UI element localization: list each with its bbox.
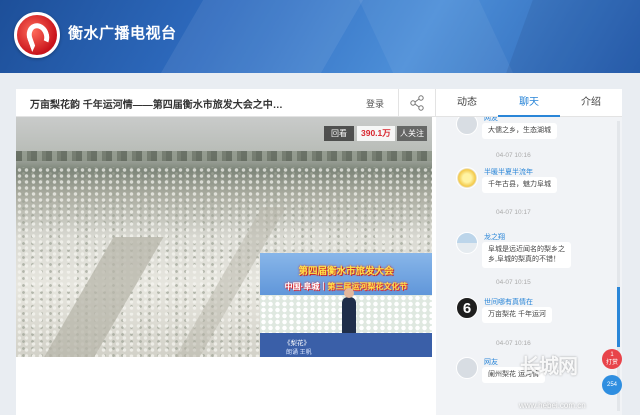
reward-label: 打赏: [605, 360, 618, 366]
number-six-avatar-icon: 6: [456, 297, 478, 319]
header-decoration: [354, 0, 526, 73]
share-icon: [410, 95, 424, 111]
watermark-brand: 长城网: [520, 356, 578, 378]
chat-time: 04-07 10:16: [496, 152, 531, 159]
viewer-count: 390.1万: [357, 126, 395, 141]
tab-chat[interactable]: 聊天: [498, 89, 560, 117]
inset-banner-prefix: 中国·阜城: [284, 282, 320, 291]
reward-button[interactable]: 1 打赏: [602, 349, 622, 369]
tab-intro[interactable]: 介绍: [560, 89, 622, 117]
chat-time: 04-07 10:16: [496, 340, 531, 347]
chat-nick[interactable]: 世间哪有真情在: [484, 297, 533, 307]
chat-bubble: 万亩梨花 千年运河: [482, 307, 552, 323]
hengshui-tv-logo-icon[interactable]: [14, 12, 60, 58]
chat-bubble: 阜城是远近闻名的梨乡之 乡,阜城的梨真的不错！: [482, 242, 571, 268]
header-decoration: [496, 0, 640, 73]
inset-banner-title: 第四届衡水市旅发大会: [298, 266, 394, 277]
default-avatar-icon: [456, 117, 478, 135]
replay-badge[interactable]: 回看: [324, 126, 354, 141]
tab-dynamic[interactable]: 动态: [436, 89, 498, 117]
title-bar: 万亩梨花韵 千年运河情——第四届衡水市旅发大会之中… 登录 动态 聊天 介绍: [16, 89, 622, 117]
chat-bubble-line: 阜城是远近闻名的梨乡之: [488, 246, 565, 253]
login-link[interactable]: 登录: [366, 97, 384, 110]
chat-message: 龙之翔 阜城是远近闻名的梨乡之 乡,阜城的梨真的不错！: [456, 232, 606, 292]
chat-nick[interactable]: 网友: [484, 357, 498, 367]
site-title[interactable]: 衡水广播电视台: [68, 22, 177, 43]
header-decoration: [145, 0, 375, 73]
chat-time: 04-07 10:17: [496, 209, 531, 216]
chat-bubble: 大儒之乡，生态湖城: [482, 123, 557, 139]
chat-message: 网友 大儒之乡，生态湖城: [456, 117, 606, 145]
share-button[interactable]: [398, 89, 436, 117]
viewer-label: 人关注: [397, 126, 427, 141]
tab-bar: 动态 聊天 介绍: [436, 89, 622, 117]
like-count: 254: [606, 382, 617, 388]
chat-bubble: 千年古县，魅力阜城: [482, 177, 557, 193]
landscape-avatar-icon: [456, 232, 478, 254]
watermark-url: www.hebei.com.cn: [519, 401, 586, 410]
chat-message: 半暖半夏半流年 千年古县，魅力阜城: [456, 167, 606, 207]
chat-scrollbar-thumb[interactable]: [617, 287, 620, 347]
chat-bubble-line: 乡,阜城的梨真的不错！: [488, 256, 560, 263]
chat-scrollbar[interactable]: [617, 121, 620, 411]
chat-time: 04-07 10:15: [496, 279, 531, 286]
like-button[interactable]: 254: [602, 375, 622, 395]
video-player[interactable]: 回看 390.1万 人关注 第四届衡水市旅发大会 中国·阜城｜第三届运河梨花文化…: [16, 117, 432, 357]
inset-broadcast: 第四届衡水市旅发大会 中国·阜城｜第三届运河梨花文化节 《梨花》 朗诵 王帆: [260, 253, 432, 357]
default-avatar-icon: [456, 357, 478, 379]
reward-count: 1: [610, 352, 614, 358]
inset-caption-names: 朗诵 王帆: [286, 350, 312, 356]
sun-avatar-icon: [456, 167, 478, 189]
video-scene-treeline: [16, 151, 432, 161]
site-header: 衡水广播电视台: [0, 0, 640, 73]
inset-caption-title: 《梨花》: [284, 340, 310, 347]
chat-message: 6 世间哪有真情在 万亩梨花 千年运河: [456, 297, 606, 337]
video-title: 万亩梨花韵 千年运河情——第四届衡水市旅发大会之中…: [30, 100, 283, 111]
inset-banner-highlight: 第三届运河梨花文化节: [327, 282, 408, 291]
chat-nick[interactable]: 半暖半夏半流年: [484, 167, 533, 177]
chat-nick[interactable]: 龙之翔: [484, 232, 505, 242]
